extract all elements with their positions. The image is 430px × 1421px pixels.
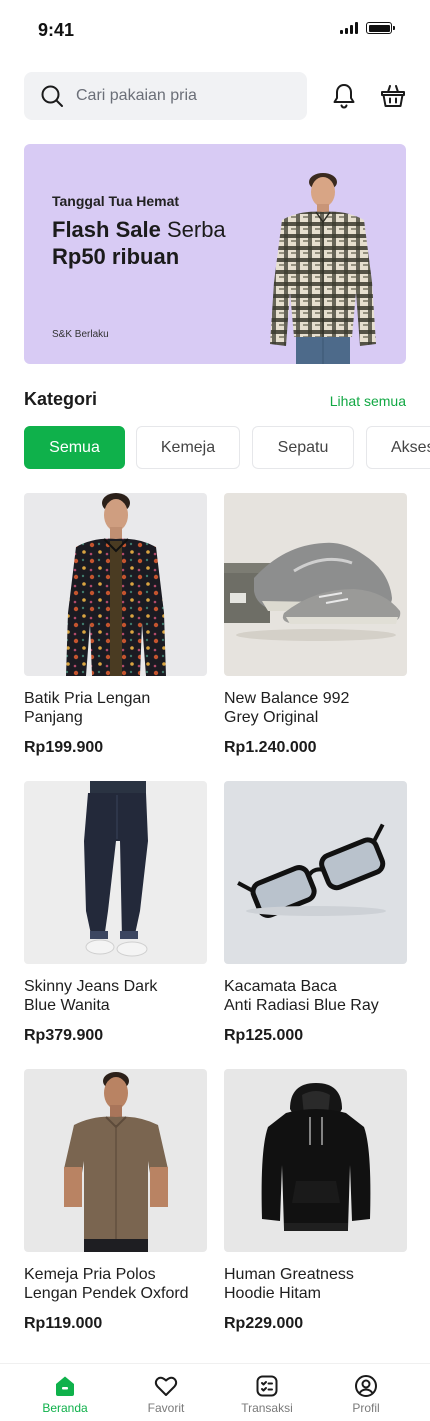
banner-model-image [270,173,376,364]
product-name: Batik Pria Lengan Panjang [24,690,151,726]
product-card[interactable]: Kacamata Baca Anti Radiasi Blue Ray Rp12… [224,781,407,1045]
nav-item-favorit[interactable]: Favorit [126,1374,206,1415]
promo-banner[interactable]: Tanggal Tua Hemat Flash Sale Serba Rp50 … [24,144,406,364]
product-price: Rp199.900 [24,739,104,756]
status-time: 9:41 [38,20,75,40]
search-input[interactable] [76,87,276,105]
jeans-photo [84,781,148,957]
battery-icon [366,22,395,34]
product-price: Rp119.000 [24,1315,103,1332]
product-card[interactable]: Batik Pria Lengan Panjang Rp199.900 [24,493,207,757]
banner-title: Flash Sale Serba Rp50 ribuan [52,216,252,270]
product-card[interactable]: New Balance 992 Grey Original Rp1.240.00… [224,493,407,757]
product-card[interactable]: Human Greatness Hoodie Hitam Rp229.000 [224,1069,407,1333]
oxford-shirt-photo [64,1072,168,1252]
category-chips: Semua Kemeja Sepatu Aksesoris [24,426,430,469]
product-image [24,493,207,676]
hoodie-photo [261,1083,371,1231]
product-image [24,781,207,964]
product-image [24,1069,207,1252]
cart-button[interactable] [379,82,407,110]
banner-terms: S&K Berlaku [52,329,109,340]
notification-button[interactable] [330,82,358,110]
search-icon [41,85,63,107]
bottom-navigation: Beranda Favorit Transaksi Profil [0,1363,430,1421]
product-name: New Balance 992 Grey Original [224,690,350,726]
banner-title-line2: Rp50 ribuan [52,244,180,269]
product-price: Rp1.240.000 [224,739,317,756]
status-bar: 9:41 [0,0,430,60]
batik-shirt-photo [66,493,166,676]
product-name: Kemeja Pria Polos Lengan Pendek Oxford [24,1266,189,1302]
bell-icon [333,84,355,109]
banner-kicker: Tanggal Tua Hemat [52,193,180,209]
search-box[interactable] [24,72,307,120]
status-icons [340,22,395,34]
chip-kemeja[interactable]: Kemeja [136,426,240,469]
nav-label: Transaksi [241,1401,293,1415]
category-section-header: Kategori Lihat semua [24,389,406,413]
profile-icon [355,1375,377,1397]
chip-semua[interactable]: Semua [24,426,125,469]
nav-item-beranda[interactable]: Beranda [25,1374,105,1415]
sneakers-photo [224,542,401,641]
product-price: Rp379.900 [24,1027,104,1044]
product-card[interactable]: Skinny Jeans Dark Blue Wanita Rp379.900 [24,781,207,1045]
product-name: Human Greatness Hoodie Hitam [224,1266,354,1302]
chip-sepatu[interactable]: Sepatu [252,426,354,469]
nav-label: Beranda [42,1401,88,1415]
nav-label: Profil [352,1401,380,1415]
product-name: Skinny Jeans Dark Blue Wanita [24,978,158,1014]
basket-icon [381,85,405,107]
category-title: Kategori [24,389,98,409]
product-card[interactable]: Kemeja Pria Polos Lengan Pendek Oxford R… [24,1069,207,1333]
banner-title-regular: Serba [160,217,226,242]
product-price: Rp229.000 [224,1315,304,1332]
product-price: Rp125.000 [224,1027,304,1044]
product-image [224,493,407,676]
search-row [24,72,406,120]
banner-title-bold: Flash Sale [52,217,161,242]
nav-item-profil[interactable]: Profil [326,1374,406,1415]
receipt-icon [256,1375,278,1397]
product-name: Kacamata Baca Anti Radiasi Blue Ray [224,978,379,1014]
heart-icon [154,1376,178,1396]
chip-aksesoris[interactable]: Aksesoris [366,426,430,469]
product-image [224,1069,407,1252]
glasses-photo [237,823,386,918]
cellular-signal-icon [340,22,358,34]
product-image [224,781,407,964]
see-all-link[interactable]: Lihat semua [330,393,406,409]
home-icon [56,1376,74,1396]
nav-label: Favorit [147,1401,185,1415]
nav-item-transaksi[interactable]: Transaksi [227,1374,307,1415]
